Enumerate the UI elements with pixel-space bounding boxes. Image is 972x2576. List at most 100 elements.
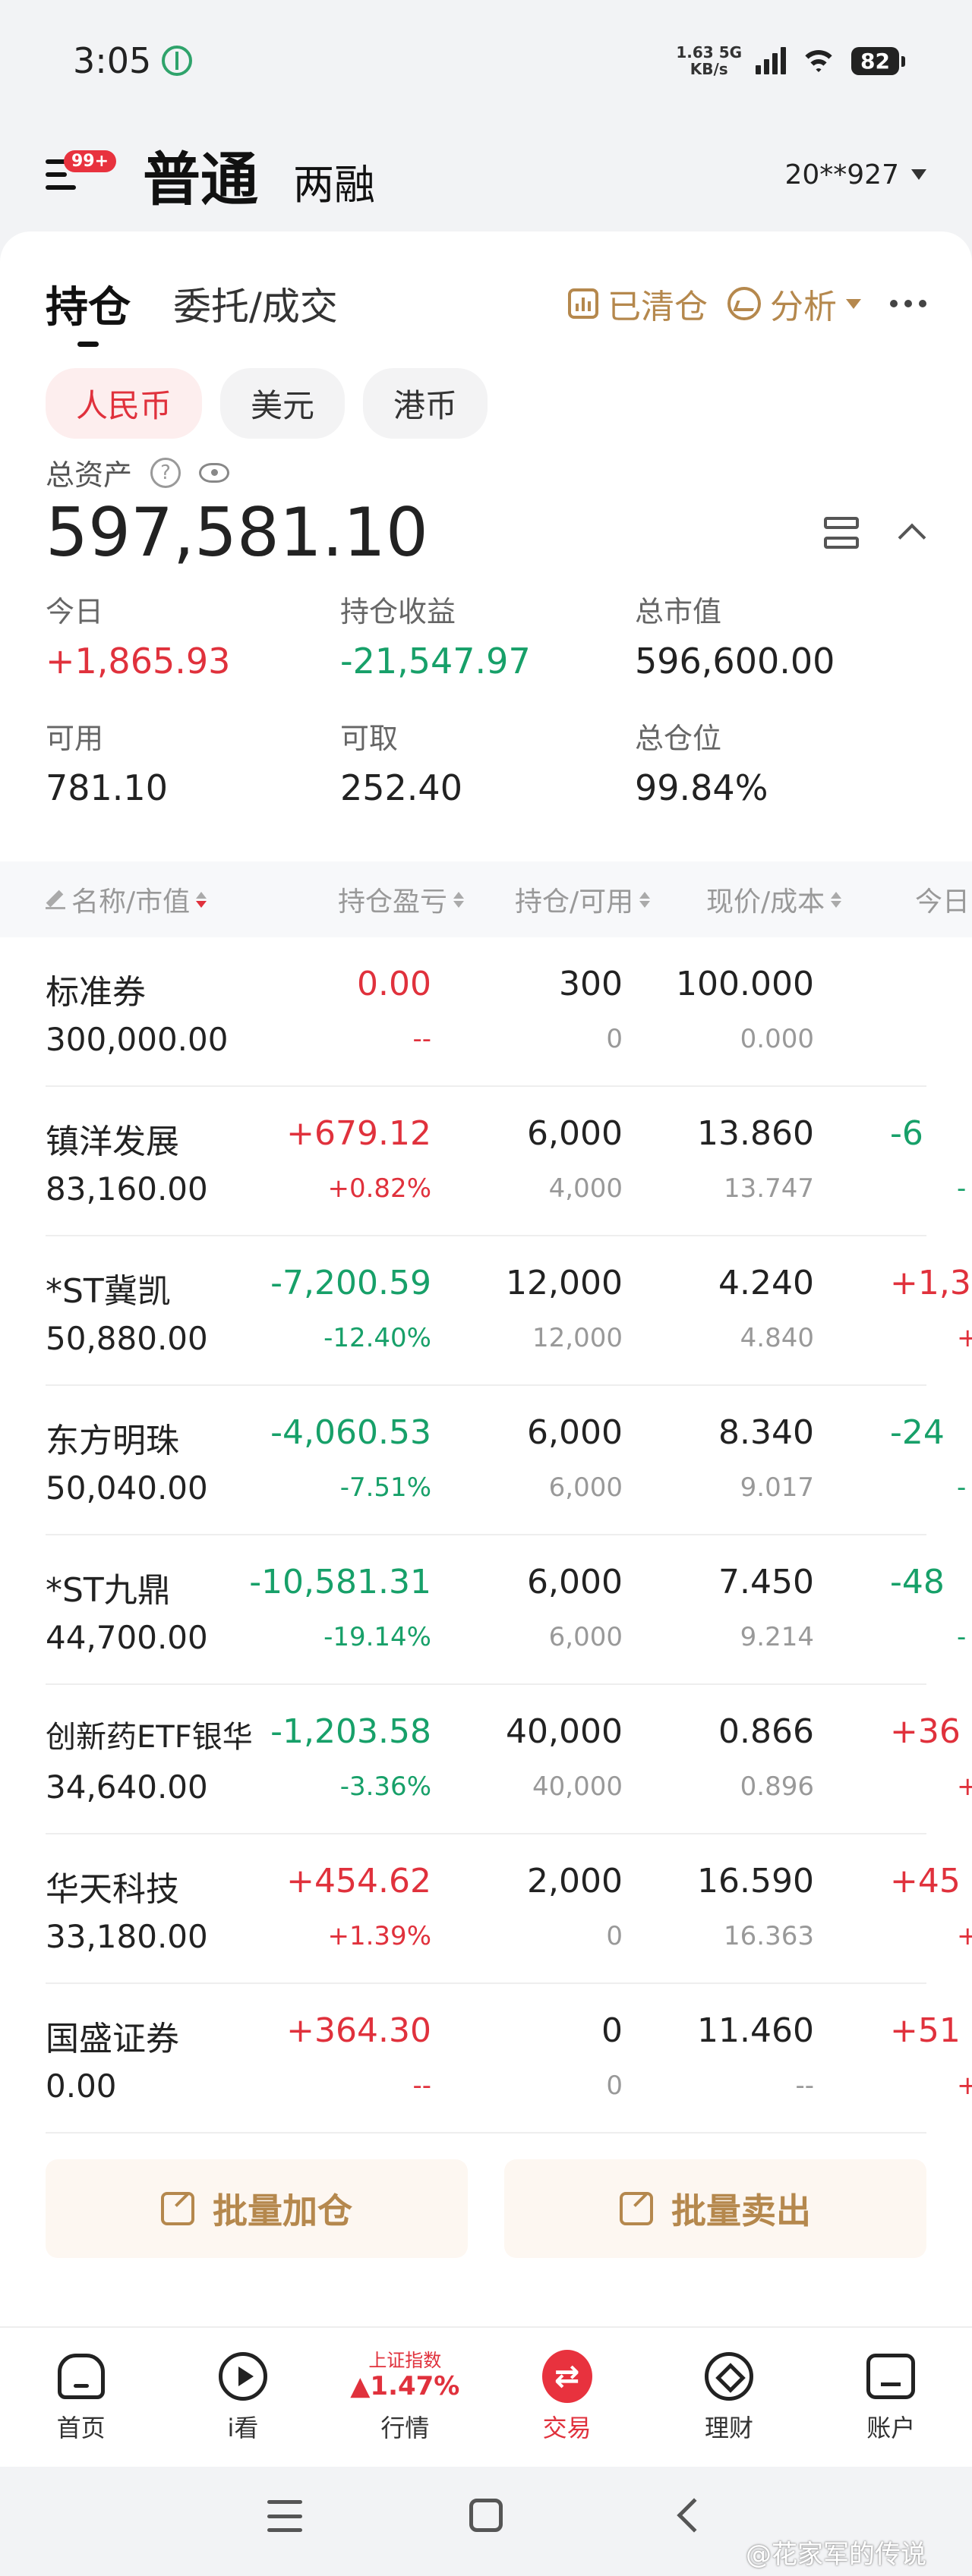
nav-trade-label: 交易 xyxy=(542,2413,592,2442)
speed-unit: KB/s xyxy=(690,60,728,78)
stat-value: 252.40 xyxy=(340,767,462,808)
battery-icon: 82 xyxy=(851,46,905,75)
stat-available: 可用 781.10 xyxy=(46,715,340,808)
network-speed: 1.63 5G KB/s xyxy=(676,44,742,77)
account-selector[interactable]: 20**927 xyxy=(784,159,926,191)
total-assets-header: 总资产 ? xyxy=(46,452,230,493)
available-qty: 0 xyxy=(606,2071,623,2101)
currency-usd[interactable]: 美元 xyxy=(220,368,346,439)
today-pl-percent: - xyxy=(957,1472,967,1503)
tab-margin[interactable]: 两融 xyxy=(293,151,375,211)
chevron-down-icon xyxy=(911,169,926,180)
home-icon xyxy=(57,2353,105,2399)
column-price[interactable]: 现价/成本 xyxy=(706,880,842,919)
table-row[interactable]: *ST九鼎 44,700.00 -10,581.31 -19.14% 6,000 6,00… xyxy=(46,1535,966,1685)
edit-icon[interactable] xyxy=(46,890,65,909)
menu-icon[interactable]: 99+ xyxy=(46,150,117,190)
positions-card: 持仓 委托/成交 已清仓 分析 人民币 美元 港币 总资产 ? 597,581.… xyxy=(0,231,972,2326)
column-price-label: 现价/成本 xyxy=(706,886,825,918)
network-type: 5G xyxy=(718,43,743,61)
current-price: 7.450 xyxy=(718,1563,814,1601)
index-ticker: 上证指数 ▲1.47% xyxy=(350,2351,459,2401)
more-icon[interactable] xyxy=(890,300,926,307)
recent-apps-icon[interactable] xyxy=(267,2500,302,2532)
home-button-icon[interactable] xyxy=(469,2499,503,2532)
nav-account-label: 账户 xyxy=(866,2413,916,2442)
layout-toggle-icon[interactable] xyxy=(824,517,859,549)
market-value: 50,040.00 xyxy=(46,1469,208,1507)
finance-icon xyxy=(704,2351,753,2401)
today-pl-percent: - xyxy=(957,1622,967,1652)
holding-qty: 300 xyxy=(559,965,623,1003)
available-qty: 12,000 xyxy=(532,1323,623,1353)
analysis-button[interactable]: 分析 xyxy=(727,279,861,328)
stat-value: +1,865.93 xyxy=(46,641,231,682)
stock-name: 国盛证券 xyxy=(46,2020,179,2058)
positions-table-header: 名称/市值 持仓盈亏 持仓/可用 现价/成本 今日 xyxy=(0,861,972,937)
bar-chart-icon xyxy=(568,288,598,319)
sort-icon xyxy=(453,891,465,908)
holding-qty: 2,000 xyxy=(527,1862,623,1901)
chevron-up-icon[interactable] xyxy=(898,523,926,552)
top-nav: 99+ 普通 两融 20**927 xyxy=(0,129,972,220)
status-time: 3:05 xyxy=(73,40,152,81)
available-qty: 6,000 xyxy=(548,1622,623,1652)
trend-icon xyxy=(727,287,761,320)
total-assets-label: 总资产 xyxy=(46,458,133,492)
tab-positions[interactable]: 持仓 xyxy=(46,273,131,335)
cost-price: 13.747 xyxy=(724,1173,814,1204)
nav-finance-label: 理财 xyxy=(704,2413,753,2442)
column-today[interactable]: 今日 xyxy=(915,880,970,919)
stock-name: 东方明珠 xyxy=(46,1422,179,1460)
watermark: @花家军的传说 xyxy=(746,2540,926,2570)
table-row[interactable]: 国盛证券 0.00 +364.30 -- 0 0 11.460 -- +51 + xyxy=(46,1984,972,2134)
nav-home[interactable]: 首页 xyxy=(0,2328,162,2467)
table-row[interactable]: 标准券 300,000.00 0.00 -- 300 0 100.000 0.000 xyxy=(46,937,926,1087)
stock-name: 创新药ETF银华 xyxy=(46,1720,253,1755)
table-row[interactable]: *ST冀凯 50,880.00 -7,200.59 -12.40% 12,000 12,0… xyxy=(46,1236,972,1386)
cleared-button[interactable]: 已清仓 xyxy=(568,279,708,328)
nav-trade[interactable]: ⇄ 交易 xyxy=(486,2328,648,2467)
batch-sell-button[interactable]: 批量卖出 xyxy=(504,2159,926,2258)
nav-watch[interactable]: i看 xyxy=(162,2328,323,2467)
market-value: 50,880.00 xyxy=(46,1320,208,1357)
position-pl-percent: -- xyxy=(412,2071,431,2101)
wifi-icon xyxy=(800,47,838,74)
tab-normal[interactable]: 普通 xyxy=(143,133,258,216)
status-indicators: 1.63 5G KB/s 82 xyxy=(676,44,905,77)
nav-finance[interactable]: 理财 xyxy=(648,2328,809,2467)
help-icon[interactable]: ? xyxy=(150,457,181,488)
tab-orders[interactable]: 委托/成交 xyxy=(173,276,338,331)
column-pl-label: 持仓盈亏 xyxy=(338,886,448,918)
position-pl-percent: -- xyxy=(412,1024,431,1054)
position-pl-percent: -7.51% xyxy=(339,1472,431,1503)
position-pl: -1,203.58 xyxy=(270,1712,431,1751)
position-pl-percent: -19.14% xyxy=(323,1622,431,1652)
add-position-icon xyxy=(161,2192,194,2225)
position-pl: -10,581.31 xyxy=(249,1563,431,1601)
cost-price: 9.017 xyxy=(740,1472,814,1503)
position-pl: +364.30 xyxy=(286,2011,431,2050)
back-icon[interactable] xyxy=(677,2498,712,2533)
column-pl[interactable]: 持仓盈亏 xyxy=(338,880,465,919)
table-row[interactable]: 华天科技 33,180.00 +454.62 +1.39% 2,000 0 16.590 16… xyxy=(46,1834,972,1984)
position-pl-percent: +0.82% xyxy=(327,1173,432,1204)
eye-icon[interactable] xyxy=(199,462,230,483)
system-nav-bar: @花家军的传说 xyxy=(0,2467,972,2576)
stat-label: 总仓位 xyxy=(635,722,722,755)
nav-account[interactable]: 账户 xyxy=(810,2328,972,2467)
trade-icon: ⇄ xyxy=(541,2349,592,2403)
nav-market[interactable]: 上证指数 ▲1.47% 行情 xyxy=(324,2328,486,2467)
table-row[interactable]: 镇洋发展 83,160.00 +679.12 +0.82% 6,000 4,000 13.8… xyxy=(46,1087,966,1236)
index-name: 上证指数 xyxy=(368,2350,442,2372)
column-qty[interactable]: 持仓/可用 xyxy=(515,880,651,919)
table-row[interactable]: 创新药ETF银华 34,640.00 -1,203.58 -3.36% 40,000 40… xyxy=(46,1685,972,1834)
currency-hkd[interactable]: 港币 xyxy=(363,368,488,439)
column-name[interactable]: 名称/市值 xyxy=(46,880,207,919)
cost-price: 0.000 xyxy=(740,1024,814,1054)
batch-add-button[interactable]: 批量加仓 xyxy=(46,2159,468,2258)
stat-label: 今日 xyxy=(46,595,104,628)
currency-cny[interactable]: 人民币 xyxy=(46,368,203,439)
table-row[interactable]: 东方明珠 50,040.00 -4,060.53 -7.51% 6,000 6,000 8.… xyxy=(46,1386,966,1535)
nav-market-label: 行情 xyxy=(380,2413,430,2442)
